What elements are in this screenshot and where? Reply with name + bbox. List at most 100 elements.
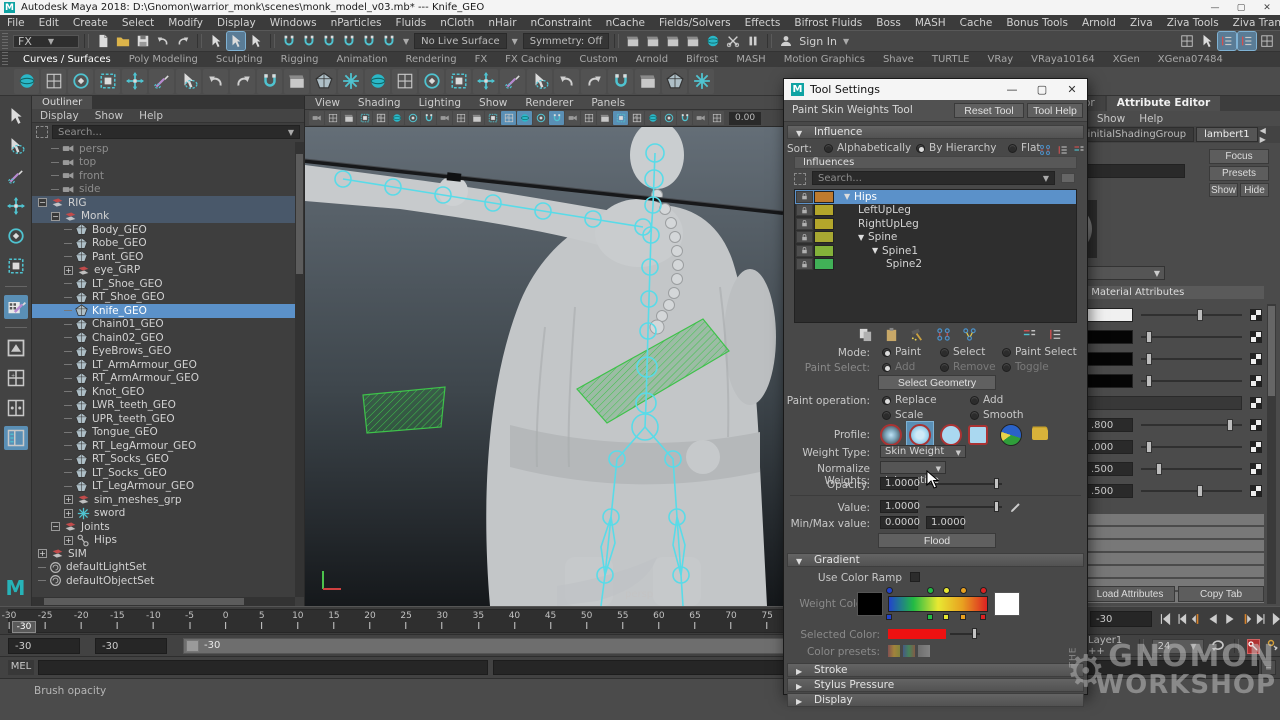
chevron-down-icon[interactable]: ▼ [844,192,854,201]
viewport-toggle-icon-15[interactable] [533,111,548,125]
folder-icon[interactable] [1032,428,1048,440]
pause-viewport-icon[interactable] [744,32,762,50]
shelf-tab-xgena07484[interactable]: XGena07484 [1149,54,1232,65]
timeline-tick-70[interactable]: 70 [725,611,736,629]
outliner-item-pant_geo[interactable]: Pant_GEO [32,250,295,264]
script-editor-icon[interactable]: ≡ [1261,660,1276,675]
weight-color-black-swatch[interactable] [857,592,883,616]
menu-bifrost-fluids[interactable]: Bifrost Fluids [787,17,869,29]
outliner-item-knife_geo[interactable]: Knife_GEO [32,304,295,318]
menu-windows[interactable]: Windows [263,17,324,29]
shelf-tab-fx[interactable]: FX [466,54,497,65]
render-view-icon[interactable] [624,32,642,50]
ae-slider[interactable] [1141,358,1242,360]
timeline-tick-10[interactable]: 10 [292,611,303,629]
color-preset-3[interactable] [918,645,930,657]
outliner-item-upr_teeth_geo[interactable]: UPR_teeth_GEO [32,412,295,426]
viewport-toggle-icon-16[interactable] [549,111,564,125]
timeline-tick-20[interactable]: 20 [364,611,375,629]
selected-color-swatch[interactable] [888,629,946,639]
focus-button[interactable]: Focus [1209,149,1269,164]
menu-cache[interactable]: Cache [953,17,1000,29]
mel-label[interactable]: MEL [8,660,34,675]
shelf-tool-icon-5[interactable] [122,69,147,94]
outliner-item-lwr_teeth_geo[interactable]: LWR_teeth_GEO [32,399,295,413]
ae-slider[interactable] [1141,490,1242,492]
outliner-item-chain02_geo[interactable]: Chain02_GEO [32,331,295,345]
influence-color-swatch[interactable] [814,258,834,270]
ae-value-field[interactable]: .000 [1087,440,1133,454]
shelf-tab-sculpting[interactable]: Sculpting [207,54,272,65]
vi-menu-show[interactable]: Show [479,97,507,109]
viewport-3d-canvas[interactable]: persp [305,127,783,606]
viewport-toggle-icon-18[interactable] [581,111,596,125]
attribute-editor-scrollbar[interactable] [1267,304,1276,604]
viewport-toggle-icon-17[interactable] [565,111,580,125]
shelf-tool-icon-23[interactable] [608,69,633,94]
outliner-item-lt_shoe_geo[interactable]: LT_Shoe_GEO [32,277,295,291]
ae-slider[interactable] [1141,446,1242,448]
outliner-item-rt_shoe_geo[interactable]: RT_Shoe_GEO [32,291,295,305]
radio-toggle[interactable]: Toggle [1002,361,1049,373]
panel-tab-attribute-editor[interactable]: Attribute Editor [1107,96,1220,111]
copy-values-icon[interactable] [1020,325,1038,343]
outliner-horizontal-scrollbar[interactable] [32,597,295,606]
vi-menu-lighting[interactable]: Lighting [419,97,461,109]
outliner-item-lt_socks_geo[interactable]: LT_Socks_GEO [32,466,295,480]
menu-fluids[interactable]: Fluids [389,17,434,29]
render-settings-icon[interactable] [684,32,702,50]
open-scene-icon[interactable] [114,32,132,50]
menu-bonus-tools[interactable]: Bonus Tools [999,17,1075,29]
outliner-item-rt_armarmour_geo[interactable]: RT_ArmArmour_GEO [32,372,295,386]
layout-four-pane[interactable]: + [4,366,28,390]
ae-color-swatch[interactable] [1087,330,1133,344]
viewport-toggle-icon-6[interactable] [389,111,404,125]
outliner-item-front[interactable]: front [32,169,295,183]
chevron-down-icon[interactable]: ▼ [510,37,520,46]
shelf-tool-icon-10[interactable] [257,69,282,94]
attribute-editor-toggle-icon[interactable] [1218,32,1236,50]
step-forward-key-button[interactable] [1238,610,1252,628]
opacity-field[interactable]: 1.0000 [880,477,918,490]
outliner-item-rt_socks_geo[interactable]: RT_Socks_GEO [32,453,295,467]
radio-alphabetically[interactable]: Alphabetically [824,142,911,154]
outliner-item-joints[interactable]: −Joints [32,520,295,534]
shelf-tab-arnold[interactable]: Arnold [627,54,677,65]
outliner-item-eye_grp[interactable]: +eye_GRP [32,264,295,278]
ae-slider-handle[interactable] [1146,331,1152,343]
stylus-pressure-section-header[interactable]: ▶ Stylus Pressure [787,678,1084,692]
menu-mash[interactable]: MASH [908,17,953,29]
radio-paint-select[interactable]: Paint Select [1002,346,1077,358]
auto-keyframe-button[interactable] [1247,639,1260,654]
menu-create[interactable]: Create [66,17,115,29]
ae-value-field[interactable]: .500 [1087,462,1133,476]
collapse-icon[interactable]: − [51,522,60,531]
outliner-item-sim_meshes_grp[interactable]: +sim_meshes_grp [32,493,295,507]
paint-select-tool[interactable] [4,164,28,188]
vi-menu-renderer[interactable]: Renderer [525,97,573,109]
select-hierarchy-icon[interactable] [207,32,225,50]
current-tool-paint-skin-weights[interactable] [4,295,28,319]
vi-menu-panels[interactable]: Panels [591,97,625,109]
lock-icon[interactable] [796,245,813,257]
shelf-tool-icon-18[interactable] [473,69,498,94]
influence-spine[interactable]: ▼Spine [795,231,1076,245]
expand-icon[interactable]: + [64,266,73,275]
symmetry-field[interactable]: Symmetry: Off [523,33,609,49]
select-object-icon[interactable] [227,32,245,50]
presets-button[interactable]: Presets [1209,166,1269,181]
timeline-tick--10[interactable]: -10 [146,611,161,629]
ipr-render-icon[interactable] [664,32,682,50]
command-input[interactable] [38,660,488,675]
ramp-stop[interactable] [927,587,934,594]
ramp-interp-stop[interactable] [886,614,892,620]
timeline-tick-0[interactable]: 0 [223,611,229,629]
lock-icon[interactable] [796,204,813,216]
shelf-tab-motion-graphics[interactable]: Motion Graphics [775,54,874,65]
viewport-toggle-icon-24[interactable] [677,111,692,125]
animation-preferences-icon[interactable] [1266,638,1280,655]
paste-weights-icon[interactable] [882,325,900,343]
filter-icon[interactable] [36,126,48,138]
menu-edit[interactable]: Edit [32,17,66,29]
color-preset-2[interactable] [903,645,915,657]
